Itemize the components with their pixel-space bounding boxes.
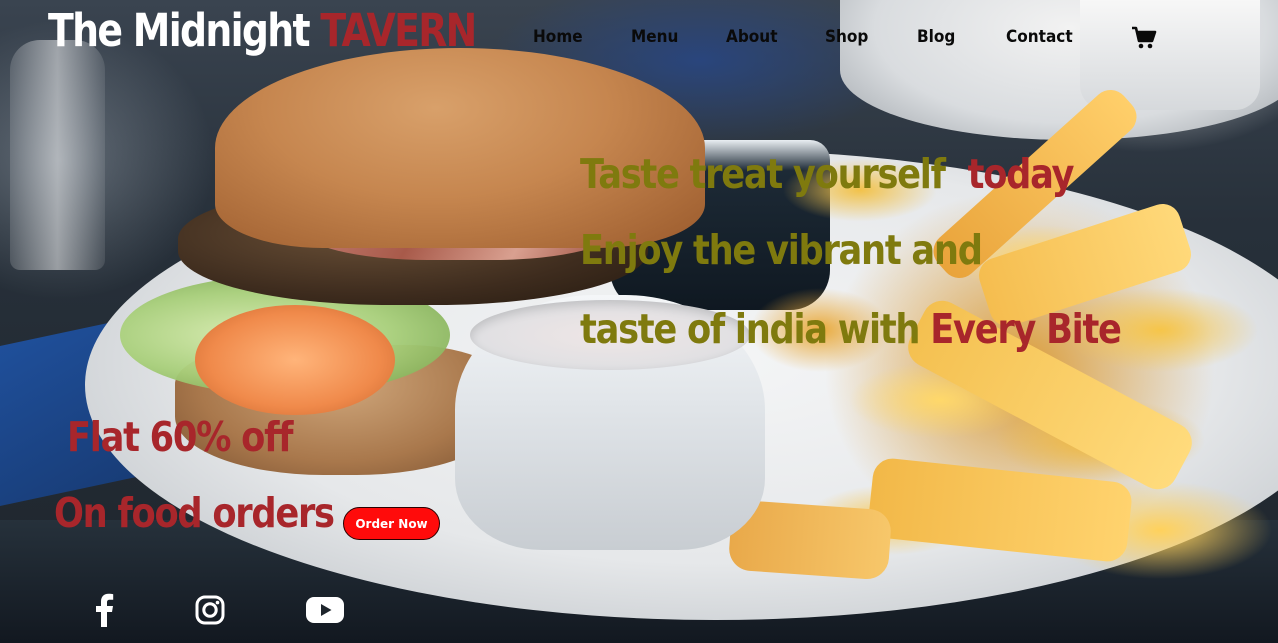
hero-text-accent: today bbox=[967, 150, 1075, 198]
nav-menu-link[interactable]: Menu bbox=[631, 27, 678, 47]
nav-shop-link[interactable]: Shop bbox=[825, 27, 868, 47]
instagram-icon[interactable] bbox=[190, 592, 230, 628]
hero-headline-line-1: Taste treat yourself today bbox=[580, 150, 1075, 198]
promo-headline: Flat 60% off bbox=[67, 413, 293, 461]
nav-contact-link[interactable]: Contact bbox=[1006, 27, 1073, 47]
hero-text: taste of india with bbox=[580, 305, 921, 353]
nav-home-link[interactable]: Home bbox=[533, 27, 583, 47]
main-navigation: Home Menu About Shop Blog Contact bbox=[0, 27, 1278, 53]
hero-headline-line-3: taste of india with Every Bite bbox=[580, 305, 1122, 353]
nav-about-link[interactable]: About bbox=[726, 27, 778, 47]
hero-text: Taste treat yourself bbox=[580, 150, 946, 198]
hero-text-accent: Every Bite bbox=[930, 305, 1122, 353]
page: The Midnight TAVERN Home Menu About Shop… bbox=[0, 0, 1278, 643]
youtube-icon[interactable] bbox=[305, 592, 345, 628]
shopping-cart-icon[interactable] bbox=[1131, 26, 1157, 50]
nav-blog-link[interactable]: Blog bbox=[917, 27, 955, 47]
hero-headline-line-2: Enjoy the vibrant and bbox=[580, 226, 983, 274]
promo-subheadline: On food orders bbox=[54, 489, 335, 537]
order-now-button[interactable]: Order Now bbox=[343, 507, 440, 540]
facebook-icon[interactable] bbox=[84, 592, 124, 628]
